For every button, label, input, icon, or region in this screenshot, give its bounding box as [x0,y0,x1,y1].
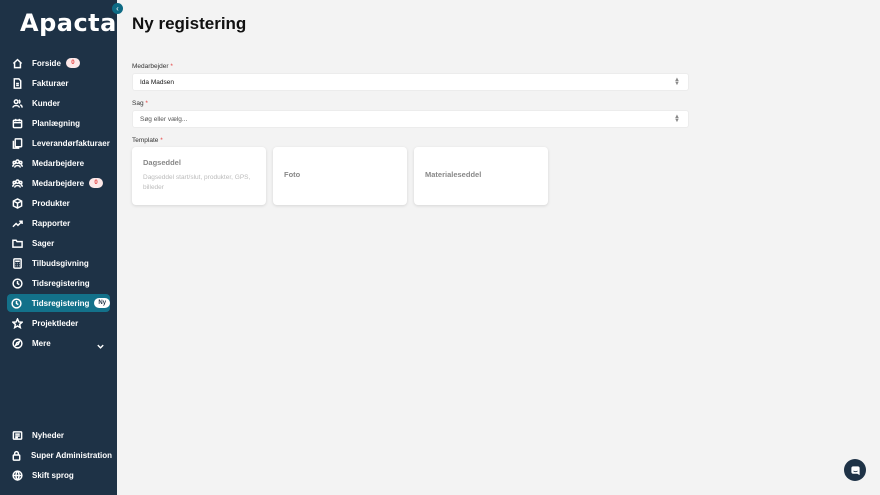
select-arrows-icon: ▲ ▼ [674,77,680,87]
template-card-description: Dagseddel start/slut, produkter, GPS, bi… [143,174,251,191]
page-title: Ny registering [132,14,247,33]
sidebar-item-mere[interactable]: Mere [7,334,110,352]
template-card-dagseddel[interactable]: Dagseddel Dagseddel start/slut, produkte… [132,147,266,205]
sidebar-item-tidsregistering-ny[interactable]: Tidsregistering Ny [7,294,110,312]
calendar-icon [11,117,23,129]
sidebar-item-tilbudsgivning[interactable]: Tilbudsgivning [7,254,110,272]
employee-select[interactable]: Ida Madsen ▲ ▼ [132,73,689,91]
employee-label-text: Medarbejder [132,63,169,70]
sidebar-item-sager[interactable]: Sager [7,234,110,252]
documents-icon [11,137,23,149]
case-label-text: Sag [132,100,144,107]
clock-icon [11,277,23,289]
users-icon [11,97,23,109]
chevron-down-icon[interactable] [96,338,105,349]
select-arrows-icon: ▲ ▼ [674,114,680,124]
team-icon [11,157,23,169]
sidebar-item-label: Rapporter [32,218,71,228]
clock-icon [11,297,23,309]
folder-icon [11,237,23,249]
sidebar-item-label: Kunder [32,98,60,108]
required-marker: * [160,137,163,144]
sidebar-item-label: Tilbudsgivning [32,258,89,268]
main-content: Ny registering Medarbejder * Ida Madsen … [117,0,880,495]
sidebar-item-label: Mere [32,338,51,348]
sidebar-item-label: Leverandørfakturaer [32,138,110,148]
sidebar-item-kunder[interactable]: Kunder [7,94,110,112]
sidebar-item-planlaegning[interactable]: Planlægning [7,114,110,132]
sidebar-item-projektleder[interactable]: Projektleder [7,314,110,332]
template-label: Template * [132,137,163,144]
calculator-icon [11,257,23,269]
sidebar-item-label: Tidsregistering [32,278,90,288]
sidebar-item-label: Super Administration [31,450,113,460]
notification-badge: 0 [89,178,104,188]
sidebar-item-forside[interactable]: Forside 0 [7,54,110,72]
lock-icon [11,449,22,461]
app-logo[interactable]: Apacta [20,9,117,37]
box-icon [11,197,23,209]
sidebar-item-label: Medarbejdere [32,158,85,168]
invoice-icon [11,77,23,89]
sidebar-item-produkter[interactable]: Produkter [7,194,110,212]
sidebar-item-tidsregistering[interactable]: Tidsregistering [7,274,110,292]
employee-select-value: Ida Madsen [140,78,174,86]
sidebar-item-super-administration[interactable]: Super Administration [7,446,113,464]
employee-label: Medarbejder * [132,63,173,70]
sidebar-item-label: Projektleder [32,318,79,328]
sidebar: Apacta Forside 0 Fakturaer Kunder Planlæ… [0,0,117,495]
template-card-title: Materialeseddel [425,170,482,179]
template-card-title: Foto [284,170,301,179]
sidebar-item-medarbejdere[interactable]: Medarbejdere [7,154,110,172]
sidebar-item-skift-sprog[interactable]: Skift sprog [7,466,110,484]
sidebar-item-label: Nyheder [32,430,65,440]
sidebar-item-medarbejdere-2[interactable]: Medarbejdere 0 [7,174,110,192]
home-icon [11,57,23,69]
sidebar-item-label: Skift sprog [32,470,74,480]
news-icon [11,429,23,441]
case-select-placeholder: Søg eller vælg... [140,115,188,123]
compass-icon [11,337,23,349]
notification-badge: 0 [65,58,80,68]
sidebar-item-label: Forside [32,58,61,68]
team-icon [11,177,23,189]
template-card-foto[interactable]: Foto [273,147,407,205]
chat-icon [850,465,860,475]
star-icon [11,317,23,329]
required-marker: * [145,100,148,107]
template-label-text: Template [132,137,159,144]
trend-icon [11,217,23,229]
sidebar-item-fakturaer[interactable]: Fakturaer [7,74,110,92]
template-card-title: Dagseddel [143,158,181,167]
new-badge: Ny [94,298,110,308]
sidebar-item-label: Medarbejdere [32,178,85,188]
case-select[interactable]: Søg eller vælg... ▲ ▼ [132,110,689,128]
sidebar-item-nyheder[interactable]: Nyheder [7,426,110,444]
template-card-materialeseddel[interactable]: Materialeseddel [414,147,548,205]
sidebar-item-label: Produkter [32,198,70,208]
chat-button[interactable] [844,459,866,481]
sidebar-item-label: Sager [32,238,55,248]
sidebar-item-label: Tidsregistering [31,298,90,308]
sidebar-item-leverandorfakturaer[interactable]: Leverandørfakturaer [7,134,110,152]
case-label: Sag * [132,100,148,107]
sidebar-item-rapporter[interactable]: Rapporter [7,214,110,232]
sidebar-item-label: Planlægning [32,118,80,128]
chevron-left-icon[interactable]: ‹ [112,3,123,14]
globe-icon [11,469,23,481]
required-marker: * [170,63,173,70]
sidebar-item-label: Fakturaer [32,78,69,88]
